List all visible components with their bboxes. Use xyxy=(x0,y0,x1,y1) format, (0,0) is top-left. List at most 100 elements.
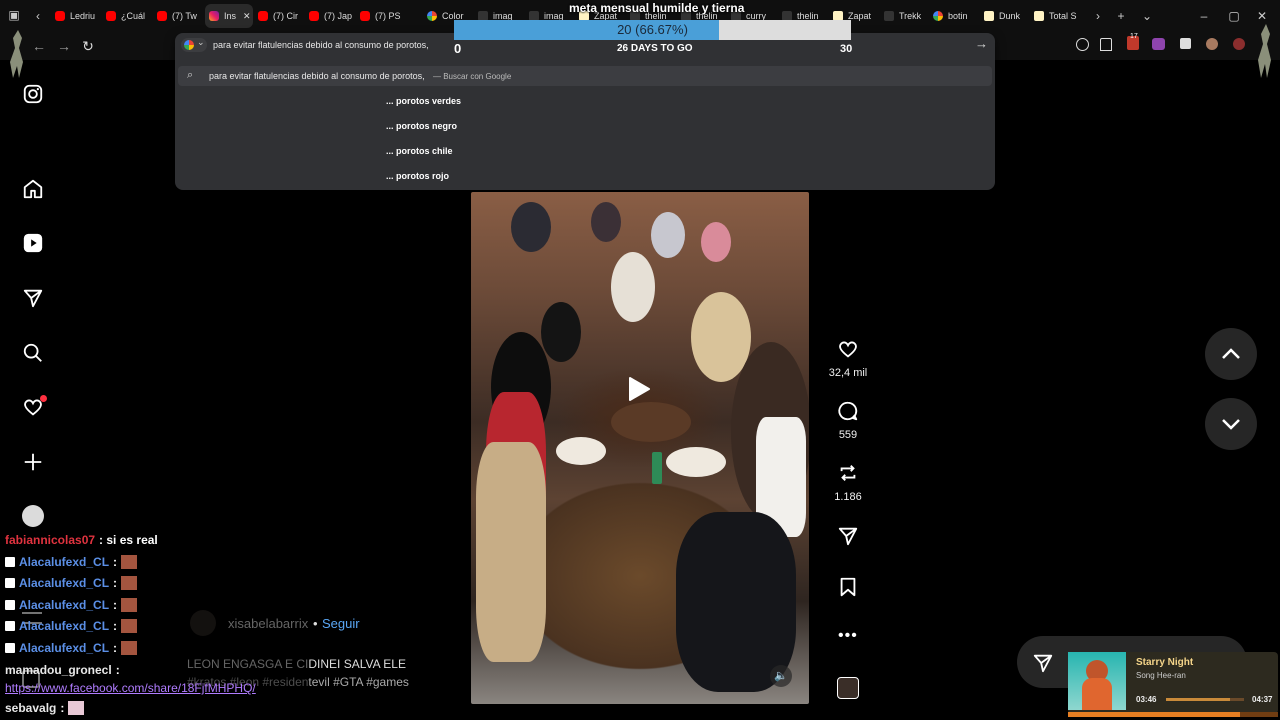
browser-tab[interactable]: (7) PS xyxy=(360,4,406,28)
suggestion-item[interactable]: ... porotos negro xyxy=(386,121,457,131)
emote-icon xyxy=(121,641,138,655)
messages-icon[interactable] xyxy=(22,287,44,309)
share-icon[interactable] xyxy=(837,525,859,547)
like-count: 32,4 mil xyxy=(828,367,868,379)
extension-gear-icon[interactable] xyxy=(1233,38,1245,50)
browser-tab[interactable]: Total S xyxy=(1034,4,1080,28)
account-icon[interactable] xyxy=(1076,38,1089,51)
video-figure-shape xyxy=(541,302,581,362)
follow-button[interactable]: Seguir xyxy=(322,616,360,631)
home-icon[interactable] xyxy=(1100,38,1112,51)
youtube-icon xyxy=(309,11,319,21)
author-separator: • xyxy=(313,616,318,631)
browser-tab[interactable]: Ins ✕ xyxy=(205,4,253,28)
next-reel-button[interactable] xyxy=(1205,398,1257,450)
video-food-shape xyxy=(611,402,691,442)
album-figure-shape xyxy=(1082,678,1112,710)
suggestion-item[interactable]: ... porotos rojo xyxy=(386,171,449,181)
search-icon: ⌕ xyxy=(187,69,194,81)
notification-dot xyxy=(40,395,47,402)
maximize-icon[interactable]: ▢ xyxy=(1226,8,1242,24)
twitch-extension-icon[interactable] xyxy=(1152,38,1165,50)
goal-progress-label: 20 (66.67%) xyxy=(617,22,688,37)
previous-reel-button[interactable] xyxy=(1205,328,1257,380)
video-plate-shape xyxy=(666,447,726,477)
verified-badge-icon xyxy=(5,621,15,631)
go-arrow-icon[interactable]: → xyxy=(975,36,988,51)
browser-tab[interactable]: (7) Tw xyxy=(157,4,203,28)
mute-toggle-icon[interactable]: 🔈 xyxy=(770,665,792,687)
chat-username: Alacalufexd_CL xyxy=(19,576,110,590)
profile-avatar-icon[interactable] xyxy=(1206,38,1218,50)
track-title: Starry Night xyxy=(1136,657,1194,668)
more-options-icon[interactable]: ••• xyxy=(838,627,858,645)
tab-label: Trekk xyxy=(899,11,922,21)
browser-tab[interactable]: ¿Cuál xyxy=(106,4,152,28)
track-elapsed: 03:46 xyxy=(1136,695,1157,704)
suggestion-item[interactable]: ... porotos verdes xyxy=(386,96,461,106)
google-icon xyxy=(184,40,194,50)
close-tab-icon[interactable]: ✕ xyxy=(243,11,251,22)
music-accent-bar xyxy=(1068,712,1278,717)
extension-badge: 17 xyxy=(1130,33,1138,40)
track-progress-fill xyxy=(1166,698,1230,701)
browser-tab[interactable]: (7) Jap xyxy=(309,4,355,28)
tab-scroll-left-icon[interactable]: ‹ xyxy=(30,8,46,24)
browser-tab[interactable]: botin xyxy=(933,4,979,28)
chat-username: fabiannicolas07 xyxy=(5,533,96,547)
audio-thumbnail[interactable] xyxy=(837,677,859,699)
repost-icon[interactable] xyxy=(837,462,859,484)
new-tab-icon[interactable]: + xyxy=(1113,8,1129,24)
youtube-icon xyxy=(55,11,65,21)
forward-icon[interactable]: → xyxy=(56,38,72,54)
chat-username: mamadou_gronecl xyxy=(5,663,112,677)
repost-count: 1.186 xyxy=(834,491,862,503)
reload-icon[interactable]: ↻ xyxy=(80,38,96,54)
chat-text: : xyxy=(115,663,120,677)
chat-message: Alacalufexd_CL: xyxy=(5,598,138,612)
instagram-icon xyxy=(209,11,219,21)
instagram-logo-icon[interactable] xyxy=(22,83,44,105)
tab-search-icon[interactable]: ⌄ xyxy=(1139,8,1155,24)
like-heart-icon[interactable] xyxy=(837,338,859,360)
comment-icon[interactable] xyxy=(837,400,859,422)
chat-message: Alacalufexd_CL: xyxy=(5,641,138,655)
create-plus-icon[interactable] xyxy=(22,451,44,473)
browser-tab[interactable]: (7) Cir xyxy=(258,4,304,28)
back-icon[interactable]: ← xyxy=(31,38,47,54)
tab-actions-icon[interactable]: ▣ xyxy=(6,7,22,23)
youtube-icon xyxy=(106,11,116,21)
emote-icon xyxy=(121,576,138,590)
browser-tab[interactable]: Dunk xyxy=(984,4,1030,28)
verified-badge-icon xyxy=(5,557,15,567)
reel-video[interactable] xyxy=(471,192,809,704)
reels-icon[interactable] xyxy=(22,232,44,254)
tab-label: botin xyxy=(948,11,968,21)
goal-title: meta mensual humilde y tierna xyxy=(569,1,745,15)
tab-label: Total S xyxy=(1049,11,1077,21)
video-figure-shape xyxy=(476,442,546,662)
puzzle-icon[interactable] xyxy=(1180,38,1191,49)
profile-avatar[interactable] xyxy=(22,505,44,527)
suggestion-item[interactable]: ... porotos chile xyxy=(386,146,453,156)
chat-message: fabiannicolas07: si es real xyxy=(5,533,158,547)
chat-username[interactable]: https://www.facebook.com/share/18FjfMHPH… xyxy=(5,681,256,695)
tab-scroll-right-icon[interactable]: › xyxy=(1090,8,1106,24)
browser-tab[interactable]: Ledriu xyxy=(55,4,101,28)
goal-max: 30 xyxy=(840,43,853,55)
suggestion-main[interactable]: para evitar flatulencias debido al consu… xyxy=(209,71,425,81)
track-progress-bar xyxy=(1166,698,1244,701)
save-bookmark-icon[interactable] xyxy=(837,576,859,598)
colorwheel-icon xyxy=(427,11,437,21)
chevron-down-icon xyxy=(1222,419,1240,430)
home-icon[interactable] xyxy=(22,178,44,200)
minimize-icon[interactable]: – xyxy=(1196,8,1212,24)
chat-message: Alacalufexd_CL: xyxy=(5,555,138,569)
search-icon[interactable] xyxy=(22,342,44,364)
browser-tab[interactable]: Trekk xyxy=(884,4,930,28)
tab-label: Zapat xyxy=(848,11,872,21)
play-icon[interactable] xyxy=(627,376,651,402)
tab-label: Ins xyxy=(224,11,237,21)
chat-message: sebavalg: xyxy=(5,701,85,715)
omnibox-input[interactable]: para evitar flatulencias debido al consu… xyxy=(213,40,429,50)
